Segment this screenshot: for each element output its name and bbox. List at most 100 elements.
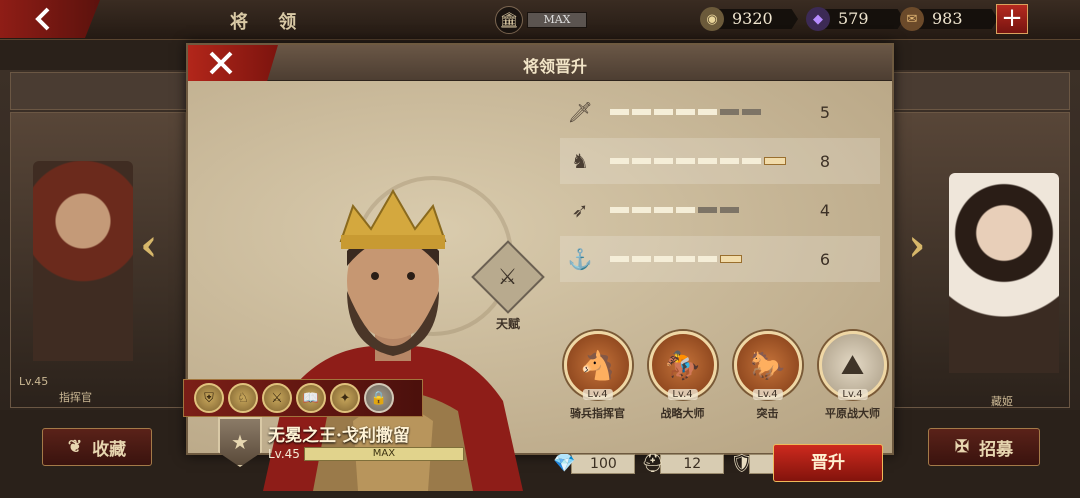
recruit-icon: ✠ [954, 437, 970, 457]
add-resource-button[interactable]: + [996, 4, 1028, 34]
stat-segment [610, 109, 629, 115]
skill-horse-icon[interactable]: ♘ [228, 383, 258, 413]
coin-icon: ◉ [700, 7, 724, 31]
stat-segment-empty [720, 109, 739, 115]
stat-segment [676, 157, 695, 164]
stat-value: 5 [819, 102, 830, 122]
coin-value: 9320 [718, 9, 798, 29]
stat-segment [676, 109, 695, 115]
recruit-button[interactable]: ✠ 招募 [928, 428, 1040, 466]
back-button[interactable] [0, 0, 100, 38]
stat-segment [742, 157, 761, 164]
modal-header: 将领晋升 [188, 45, 892, 81]
talent-badge[interactable]: ⚔ 天赋 [471, 240, 545, 332]
back-arrow-icon [35, 7, 50, 31]
stat-segment [632, 255, 651, 262]
scroll-icon: ✉ [900, 7, 924, 31]
scroll-value: 983 [918, 9, 998, 29]
hero-name-plate: ★ 无冕之王·戈利撒留 Lv.45 MAX [218, 417, 488, 473]
right-hero-portrait [949, 173, 1059, 373]
cost-item: 💎 100 [553, 453, 636, 474]
stat-segment-empty [742, 109, 761, 115]
hero-exp-bar: MAX [303, 447, 464, 461]
troop-type[interactable]: 🐴 Lv.4 骑兵指挥官 [560, 331, 635, 421]
stat-segment-empty [720, 207, 739, 213]
stat-segment [720, 254, 742, 263]
horse-icon: ♞ [571, 149, 589, 173]
gem-value: 579 [824, 9, 904, 29]
troop-name: 突击 [756, 407, 779, 420]
stat-segment [610, 255, 629, 262]
stat-segment [720, 157, 739, 164]
stat-bar [610, 156, 786, 165]
coin-resource[interactable]: ◉ 9320 [700, 7, 798, 31]
stat-segment [654, 255, 673, 262]
stat-value: 8 [819, 151, 830, 171]
troop-type[interactable]: ⛰ Lv.4 平原战大师 [815, 331, 890, 421]
hero-name: 无冕之王·戈利撒留 [268, 426, 410, 446]
stat-bar [610, 254, 742, 263]
talent-label: 天赋 [495, 317, 520, 331]
troop-medal-icon: 🏇 Lv.4 [648, 331, 717, 400]
stat-segment-empty [698, 207, 717, 213]
stat-segment [654, 207, 673, 213]
troop-level: Lv.4 [582, 389, 613, 400]
skill-book-icon[interactable]: 📖 [296, 383, 326, 413]
rank-star-icon: ★ [218, 417, 262, 467]
helmet-icon: ⛑ [641, 453, 665, 474]
gem-icon: ◆ [806, 7, 830, 31]
close-button[interactable] [188, 45, 278, 81]
building-max-label: MAX [527, 12, 587, 28]
stat-segment [698, 255, 717, 262]
troop-name: 战略大师 [660, 407, 705, 420]
left-hero-card[interactable]: Lv.45 指挥官 [10, 112, 186, 408]
page-title: 将 领 [230, 12, 309, 33]
troop-types: 🐴 Lv.4 骑兵指挥官 🏇 Lv.4 战略大师 🐎 Lv.4 突击 ⛰ Lv.4 平原战大师 [560, 331, 890, 421]
troop-medal-icon: 🐴 Lv.4 [563, 331, 632, 400]
cost-value: 100 [571, 453, 636, 474]
stat-row: 🗡 5 [560, 89, 880, 135]
troop-medal-icon: 🐎 Lv.4 [733, 331, 802, 400]
collect-label: 收藏 [92, 439, 127, 460]
skill-swords-icon[interactable]: ⚔ [262, 383, 292, 413]
troop-level: Lv.4 [667, 389, 698, 400]
modal-body: ⚔ 天赋 ⛨ ♘ ⚔ 📖 ✦ 🔒 ★ 无冕之王·戈利撒留 Lv.45 MAX 🗡… [183, 81, 892, 491]
stats-panel: 🗡 5 ♞ 8 ➶ 4 ⚓ 6 [560, 89, 880, 285]
cost-item: ⛑ 12 [641, 453, 725, 474]
skill-shield-icon[interactable]: ⛨ [194, 383, 224, 413]
stat-segment [654, 109, 673, 115]
stat-row: ⚓ 6 [560, 236, 880, 282]
collect-button[interactable]: ❦ 收藏 [42, 428, 152, 466]
troop-type[interactable]: 🏇 Lv.4 战略大师 [645, 331, 720, 421]
stat-bar [610, 207, 739, 213]
stat-segment [610, 207, 629, 213]
sword-icon: 🗡 [567, 100, 593, 124]
skill-star-icon[interactable]: ✦ [330, 383, 360, 413]
modal-title: 将领晋升 [522, 57, 587, 76]
laurel-icon: ❦ [67, 437, 83, 457]
prev-hero-arrow-icon[interactable]: ‹ [140, 224, 158, 268]
stat-segment [654, 157, 673, 164]
stat-row: ♞ 8 [560, 138, 880, 184]
next-hero-arrow-icon[interactable]: › [908, 224, 926, 268]
scroll-resource[interactable]: ✉ 983 [900, 7, 998, 31]
left-hero-label: 指挥官 [59, 391, 92, 404]
stat-segment [632, 207, 651, 213]
anchor-icon: ⚓ [567, 247, 593, 271]
troop-medal-icon: ⛰ Lv.4 [818, 331, 887, 400]
stat-segment [676, 255, 695, 262]
crystal-icon: 💎 [553, 453, 576, 474]
talent-icon: ⚔ [471, 240, 545, 314]
left-hero-portrait [33, 161, 133, 361]
gem-resource[interactable]: ◆ 579 [806, 7, 904, 31]
skill-lock-icon[interactable]: 🔒 [364, 383, 394, 413]
skills-bar: ⛨ ♘ ⚔ 📖 ✦ 🔒 [183, 379, 423, 417]
stat-value: 6 [819, 249, 830, 269]
cost-value: 12 [660, 453, 725, 474]
troop-type[interactable]: 🐎 Lv.4 突击 [730, 331, 805, 421]
bow-icon: ➶ [571, 198, 589, 222]
promote-button[interactable]: 晋升 [773, 444, 883, 482]
stat-segment [698, 157, 717, 164]
troop-level: Lv.4 [752, 389, 783, 400]
building-level[interactable]: 🏛 MAX [495, 6, 587, 34]
